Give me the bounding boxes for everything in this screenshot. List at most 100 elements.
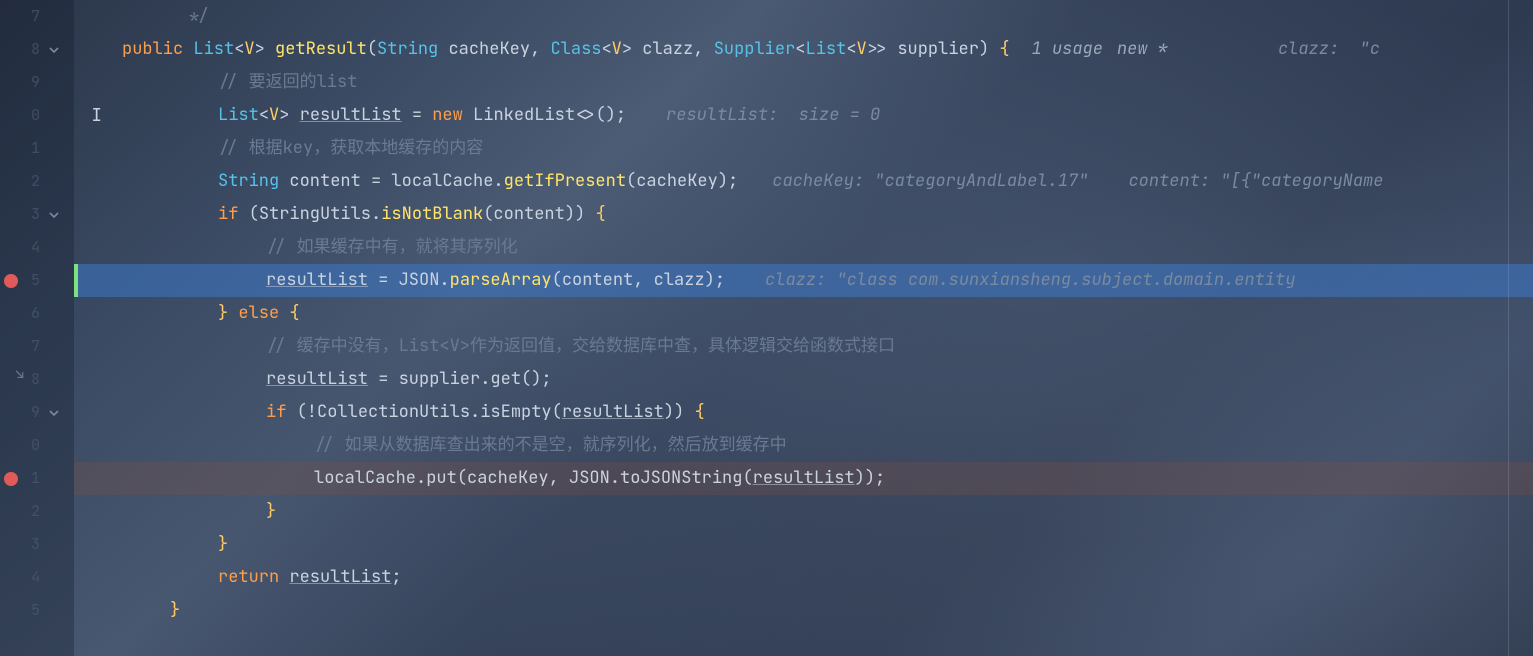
inlay-hint: clazz: "c — [1278, 33, 1380, 66]
type-param: V — [612, 33, 622, 66]
type: List — [193, 33, 234, 66]
gutter-line[interactable]: 5 — [0, 594, 74, 627]
gutter-line[interactable]: 4 — [0, 561, 74, 594]
inlay-hint: cacheKey: "categoryAndLabel.17" — [772, 165, 1088, 198]
breakpoint-icon[interactable] — [4, 274, 18, 288]
line-number: 4 — [31, 231, 40, 264]
code-editor[interactable]: 7890I12345678↘9012345 */ public List<V> … — [0, 0, 1533, 656]
variable: resultList — [266, 264, 368, 297]
code-line[interactable]: // 缓存中没有，List<V>作为返回值，交给数据库中查，具体逻辑交给函数式接… — [74, 330, 1533, 363]
fold-chevron-icon[interactable] — [48, 209, 60, 221]
code-line[interactable]: String content = localCache.getIfPresent… — [74, 165, 1533, 198]
gutter-line[interactable]: 4 — [0, 231, 74, 264]
vcs-hint[interactable]: new * — [1117, 33, 1168, 66]
gutter-line[interactable]: 2 — [0, 495, 74, 528]
gutter-line[interactable]: 6 — [0, 297, 74, 330]
param: supplier — [897, 33, 979, 66]
type-param: V — [244, 33, 254, 66]
code-line[interactable]: } — [74, 528, 1533, 561]
breakpoint-icon[interactable] — [4, 472, 18, 486]
arg: resultList — [562, 396, 664, 429]
class-ref: CollectionUtils — [317, 396, 470, 429]
code-line-current[interactable]: resultList = JSON.parseArray(content, cl… — [74, 264, 1533, 297]
type: String — [377, 33, 438, 66]
type: Supplier — [714, 33, 796, 66]
gutter-line[interactable]: 3 — [0, 198, 74, 231]
code-line[interactable]: if (StringUtils.isNotBlank(content)) { — [74, 198, 1533, 231]
gutter-line[interactable]: 2 — [0, 165, 74, 198]
code-line[interactable]: // 如果缓存中有，就将其序列化 — [74, 231, 1533, 264]
fold-chevron-icon[interactable] — [48, 407, 60, 419]
line-number: 1 — [31, 462, 40, 495]
class-ref: JSON — [399, 264, 440, 297]
code-line[interactable]: resultList = supplier.get(); — [74, 363, 1533, 396]
line-number: 4 — [31, 561, 40, 594]
method-call: get — [490, 363, 521, 396]
inlay-hint: content: "[{"categoryName — [1128, 165, 1383, 198]
gutter-line[interactable]: 8 — [0, 33, 74, 66]
identifier: localCache — [314, 462, 416, 495]
line-number: 8 — [31, 33, 40, 66]
code-line[interactable]: List<V> resultList = new LinkedList<>();… — [74, 99, 1533, 132]
code-line[interactable]: localCache.put(cacheKey, JSON.toJSONStri… — [74, 462, 1533, 495]
gutter-line[interactable]: 9 — [0, 396, 74, 429]
usage-hint[interactable]: 1 usage — [1032, 33, 1103, 66]
inlay-hint: resultList: size = 0 — [666, 99, 880, 132]
code-line[interactable]: } — [74, 495, 1533, 528]
line-number: 9 — [31, 396, 40, 429]
gutter-line[interactable]: 5 — [0, 264, 74, 297]
class-ref: StringUtils — [259, 198, 371, 231]
method-call: getIfPresent — [504, 165, 626, 198]
comment: // 根据key，获取本地缓存的内容 — [218, 132, 483, 165]
keyword: if — [266, 396, 286, 429]
code-line[interactable]: */ — [74, 0, 1533, 33]
arg: cacheKey — [467, 462, 549, 495]
method-call: parseArray — [450, 264, 552, 297]
code-line[interactable]: // 根据key，获取本地缓存的内容 — [74, 132, 1533, 165]
code-line[interactable]: // 要返回的list — [74, 66, 1533, 99]
line-number: 7 — [31, 0, 40, 33]
code-line[interactable]: // 如果从数据库查出来的不是空，就序列化，然后放到缓存中 — [74, 429, 1533, 462]
code-line[interactable]: return resultList; — [74, 561, 1533, 594]
fold-chevron-icon[interactable] — [48, 44, 60, 56]
arg: resultList — [753, 462, 855, 495]
method-name: getResult — [275, 33, 367, 66]
type: List — [806, 33, 847, 66]
gutter-line[interactable]: 9 — [0, 66, 74, 99]
gutter-line[interactable]: 7 — [0, 330, 74, 363]
keyword: new — [432, 99, 463, 132]
line-number: 0 — [31, 99, 40, 132]
gutter-line[interactable]: 8↘ — [0, 363, 74, 396]
gutter-line[interactable]: 3 — [0, 528, 74, 561]
keyword: if — [218, 198, 238, 231]
gutter-line[interactable]: 1 — [0, 462, 74, 495]
line-number: 8 — [31, 363, 40, 396]
param: cacheKey — [448, 33, 530, 66]
gutter-line[interactable]: 1 — [0, 132, 74, 165]
comment: // 如果缓存中有，就将其序列化 — [266, 231, 518, 264]
gutter-line[interactable]: 0I — [0, 99, 74, 132]
method-call: isNotBlank — [381, 198, 483, 231]
line-number: 9 — [31, 66, 40, 99]
gutter: 7890I12345678↘9012345 — [0, 0, 74, 656]
line-number: 1 — [31, 132, 40, 165]
line-number: 2 — [31, 165, 40, 198]
comment: // 缓存中没有，List<V>作为返回值，交给数据库中查，具体逻辑交给函数式接… — [266, 330, 895, 363]
line-number: 2 — [31, 495, 40, 528]
arg: clazz — [654, 264, 705, 297]
variable: resultList — [289, 561, 391, 594]
line-number: 5 — [31, 594, 40, 627]
type: List — [218, 99, 259, 132]
code-area[interactable]: */ public List<V> getResult( String cach… — [74, 0, 1533, 656]
code-line[interactable]: if (!CollectionUtils.isEmpty(resultList)… — [74, 396, 1533, 429]
code-line[interactable]: } else { — [74, 297, 1533, 330]
line-number: 5 — [31, 264, 40, 297]
variable: resultList — [266, 363, 368, 396]
gutter-line[interactable]: 7 — [0, 0, 74, 33]
gutter-line[interactable]: 0 — [0, 429, 74, 462]
comment: */ — [178, 0, 209, 33]
code-line[interactable]: public List<V> getResult( String cacheKe… — [74, 33, 1533, 66]
comment: // 要返回的list — [218, 66, 357, 99]
arg: cacheKey — [636, 165, 718, 198]
code-line[interactable]: } — [74, 594, 1533, 627]
